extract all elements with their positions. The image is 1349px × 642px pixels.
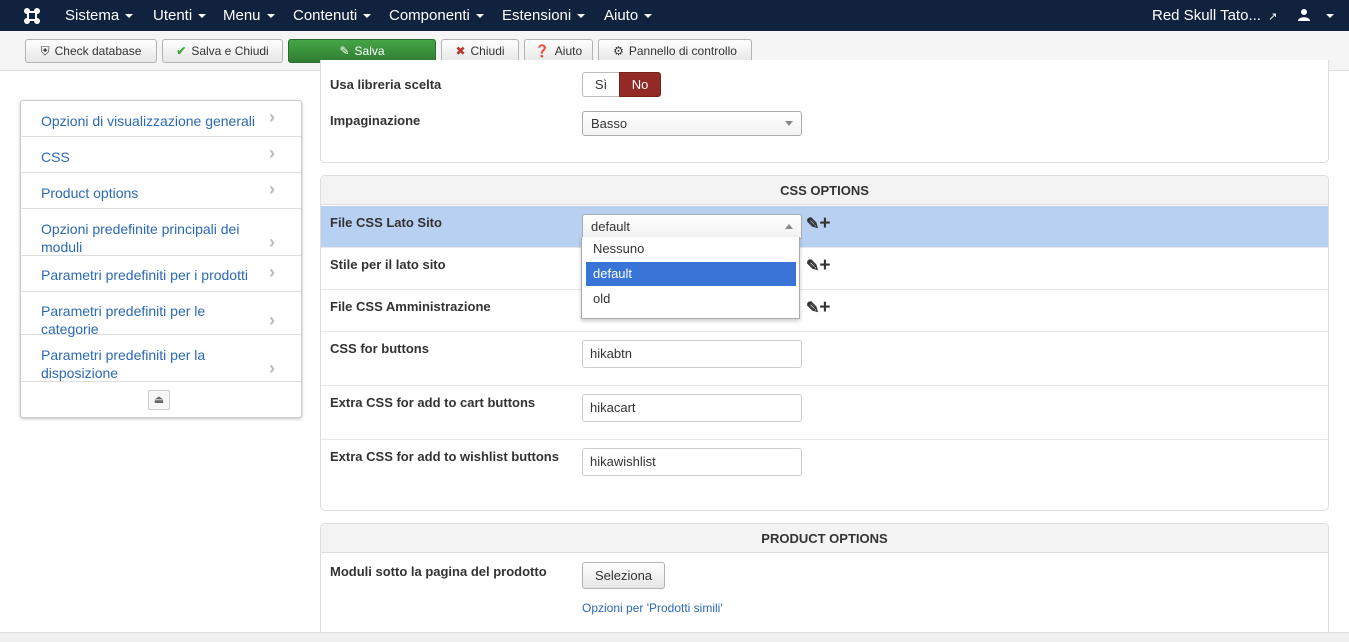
menu-utenti[interactable]: Utenti — [153, 7, 207, 24]
sidebar-item-module-defaults[interactable]: Opzioni predefinite principali dei modul… — [21, 209, 301, 256]
sidebar-item-layout-defaults[interactable]: Parametri predefiniti per la disposizion… — [21, 335, 301, 382]
select-modules-button[interactable]: Seleziona — [582, 562, 665, 589]
toggle-yes[interactable]: Sì — [582, 72, 620, 97]
wishlist-css-row: Extra CSS for add to wishlist buttons hi… — [321, 440, 1328, 494]
edit-icon: ✎ — [339, 44, 350, 58]
pagination-label: Impaginazione — [330, 113, 421, 128]
caret-down-icon — [475, 14, 484, 19]
menu-componenti[interactable]: Componenti — [389, 7, 484, 24]
chevron-right-icon: › — [269, 143, 275, 163]
chevron-right-icon: › — [269, 358, 275, 378]
external-link-icon: ↗ — [1268, 11, 1278, 23]
frontend-css-row: File CSS Lato Sito default ✎+ — [321, 206, 1328, 248]
backend-css-row: File CSS Amministrazione ✎+ — [321, 290, 1328, 332]
frontend-style-row: Stile per il lato sito ✎+ — [321, 248, 1328, 290]
caret-down-icon — [577, 14, 586, 19]
dropdown-option-old[interactable]: old — [586, 287, 796, 311]
cart-css-label: Extra CSS for add to cart buttons — [330, 395, 536, 410]
css-options-title: CSS OPTIONS — [321, 176, 1328, 205]
chevron-right-icon: › — [269, 262, 275, 282]
dropdown-option-default[interactable]: default — [586, 262, 796, 286]
pagination-select[interactable]: Basso — [582, 111, 802, 136]
backend-css-tools: ✎+ — [806, 297, 831, 319]
collapse-sidebar-button[interactable]: ⏏ — [148, 390, 170, 410]
similar-products-link[interactable]: Opzioni per 'Prodotti simili' — [582, 601, 723, 615]
product-options-panel: PRODUCT OPTIONS Moduli sotto la pagina d… — [320, 523, 1329, 642]
sidebar-item-product-options[interactable]: Product options › — [21, 173, 301, 209]
dropdown-option-none[interactable]: Nessuno — [586, 237, 796, 261]
frontend-css-select[interactable]: default — [582, 214, 802, 239]
check-icon: ✔ — [176, 44, 187, 58]
cart-css-row: Extra CSS for add to cart buttons hikaca… — [321, 386, 1328, 440]
chevron-right-icon: › — [269, 232, 275, 252]
edit-pencil-icon[interactable]: ✎ — [806, 300, 819, 317]
save-close-button[interactable]: ✔ Salva e Chiudi — [162, 39, 283, 63]
buttons-css-row: CSS for buttons hikabtn — [321, 332, 1328, 386]
menu-menu[interactable]: Menu — [223, 7, 275, 24]
caret-down-icon — [1326, 14, 1335, 19]
question-icon: ❓ — [534, 44, 550, 58]
add-plus-icon[interactable]: + — [819, 297, 830, 318]
menu-contenuti[interactable]: Contenuti — [293, 7, 372, 24]
check-database-button[interactable]: ⛨ Check database — [25, 39, 157, 63]
wishlist-css-input[interactable]: hikawishlist — [582, 448, 802, 476]
caret-down-icon — [363, 14, 372, 19]
modules-label: Moduli sotto la pagina del prodotto — [330, 564, 547, 579]
chevron-right-icon: › — [269, 179, 275, 199]
sidebar-item-category-defaults[interactable]: Parametri predefiniti per le categorie › — [21, 292, 301, 337]
sidebar-item-product-defaults[interactable]: Parametri predefiniti per i prodotti › — [21, 256, 301, 292]
add-plus-icon[interactable]: + — [819, 213, 830, 234]
frontend-style-label: Stile per il lato sito — [330, 257, 446, 272]
joomla-logo-icon[interactable] — [22, 6, 42, 26]
display-options-panel: Usa libreria scelta Sì No Impaginazione … — [320, 60, 1329, 163]
caret-down-icon — [198, 14, 207, 19]
frontend-css-dropdown: Nessuno default old — [581, 237, 800, 319]
backend-css-label: File CSS Amministrazione — [330, 299, 491, 314]
select-arrow-icon — [785, 121, 793, 126]
select-arrow-up-icon — [785, 224, 793, 229]
cart-css-input[interactable]: hikacart — [582, 394, 802, 422]
dashboard-icon: ⚙ — [613, 44, 624, 58]
caret-down-icon — [125, 14, 134, 19]
add-plus-icon[interactable]: + — [819, 255, 830, 276]
wishlist-css-label: Extra CSS for add to wishlist buttons — [330, 449, 559, 464]
buttons-css-label: CSS for buttons — [330, 341, 429, 356]
sidebar-item-css[interactable]: CSS › — [21, 137, 301, 173]
eject-icon: ⏏ — [153, 394, 165, 406]
close-circle-icon: ✖ — [455, 44, 466, 58]
edit-pencil-icon[interactable]: ✎ — [806, 258, 819, 275]
library-row: Usa libreria scelta Sì No — [321, 71, 1328, 105]
site-name: Red Skull Tato... — [1152, 7, 1261, 24]
menu-estensioni[interactable]: Estensioni — [502, 7, 586, 24]
menu-aiuto[interactable]: Aiuto — [604, 7, 653, 24]
library-label: Usa libreria scelta — [330, 77, 442, 92]
sidebar: Opzioni di visualizzazione generali › CSS… — [20, 100, 302, 418]
frontend-style-tools: ✎+ — [806, 255, 831, 277]
buttons-css-input[interactable]: hikabtn — [582, 340, 802, 368]
frontend-css-label: File CSS Lato Sito — [330, 215, 442, 230]
top-navbar: Sistema Utenti Menu Contenuti Componenti… — [0, 0, 1349, 31]
chevron-right-icon: › — [269, 310, 275, 330]
frontend-css-tools: ✎+ — [806, 213, 831, 235]
menu-sistema[interactable]: Sistema — [65, 7, 134, 24]
pagination-row: Impaginazione Basso — [321, 108, 1328, 148]
chevron-right-icon: › — [269, 107, 275, 127]
caret-down-icon — [644, 14, 653, 19]
edit-pencil-icon[interactable]: ✎ — [806, 216, 819, 233]
user-icon — [1298, 9, 1310, 21]
shield-icon: ⛨ — [40, 44, 50, 58]
caret-down-icon — [266, 14, 275, 19]
product-options-title: PRODUCT OPTIONS — [321, 524, 1328, 553]
css-options-panel: CSS OPTIONS File CSS Lato Sito default ✎… — [320, 175, 1329, 511]
status-bar — [0, 632, 1349, 642]
site-link[interactable]: Red Skull Tato... ↗ — [1152, 7, 1277, 24]
sidebar-item-general-display[interactable]: Opzioni di visualizzazione generali › — [21, 101, 301, 137]
toggle-no[interactable]: No — [619, 72, 661, 97]
user-menu[interactable] — [1298, 7, 1335, 24]
